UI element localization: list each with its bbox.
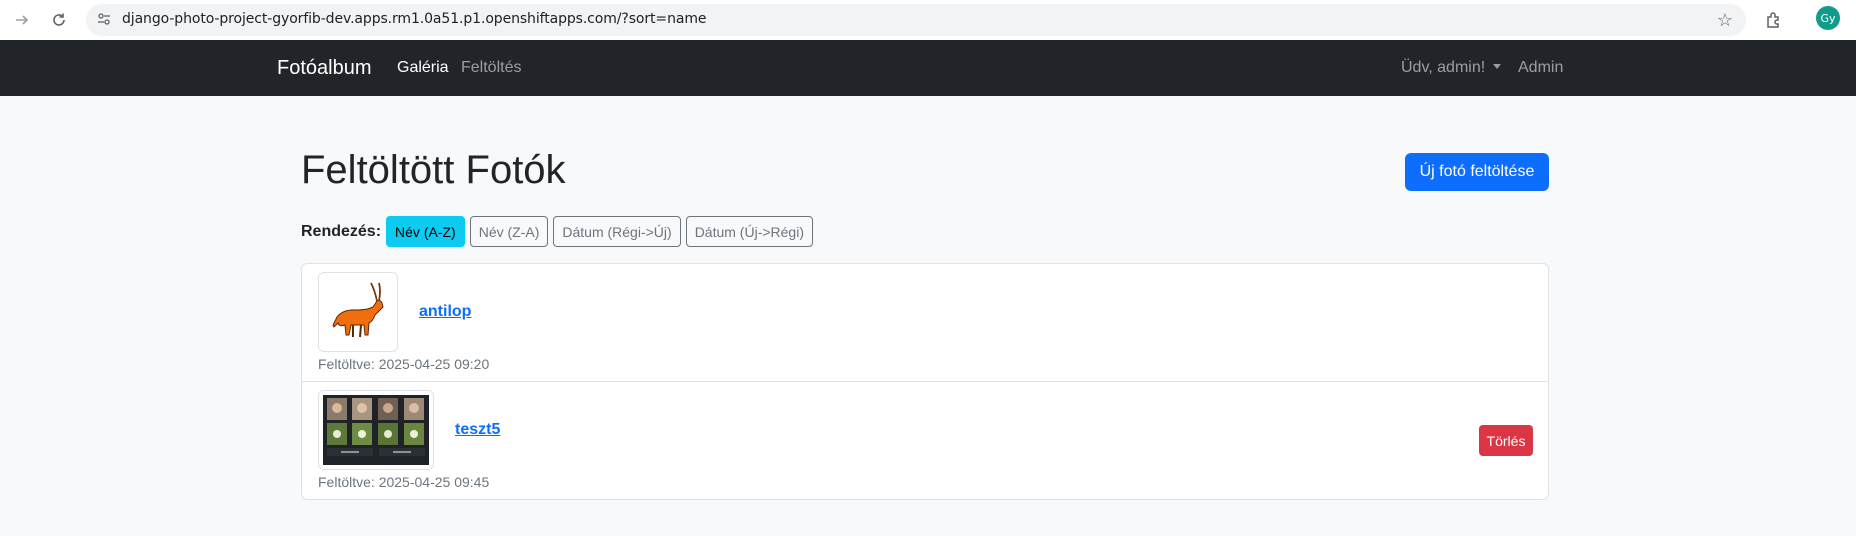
- caret-down-icon: [1493, 64, 1502, 69]
- list-item: teszt5 Törlés Feltöltve: 2025-04-25 09:4…: [302, 382, 1548, 499]
- photo-link[interactable]: teszt5: [455, 421, 500, 439]
- upload-date: Feltöltve: 2025-04-25 09:20: [318, 356, 490, 372]
- delete-button[interactable]: Törlés: [1479, 425, 1533, 456]
- sort-date-asc-button[interactable]: Dátum (Régi->Új): [553, 216, 681, 247]
- browser-toolbar: django-photo-project-gyorfib-dev.apps.rm…: [0, 0, 1856, 40]
- top-navbar: Fotóalbum Galéria Feltöltés Üdv, admin! …: [0, 40, 1856, 96]
- sort-label: Rendezés:: [301, 222, 382, 240]
- extensions-icon[interactable]: [1760, 6, 1788, 34]
- nav-link-gallery[interactable]: Galéria: [397, 58, 449, 78]
- photo-list: antilop Feltöltve: 2025-04-25 09:20 tesz…: [301, 263, 1549, 500]
- sort-date-desc-button[interactable]: Dátum (Új->Régi): [685, 216, 813, 247]
- reload-icon[interactable]: [45, 6, 73, 34]
- sort-name-asc-button[interactable]: Név (A-Z): [386, 216, 465, 247]
- upload-date: Feltöltve: 2025-04-25 09:45: [318, 474, 490, 490]
- nav-link-admin[interactable]: Admin: [1518, 58, 1563, 78]
- list-item: antilop Feltöltve: 2025-04-25 09:20: [302, 264, 1548, 382]
- photo-thumbnail[interactable]: [318, 272, 398, 352]
- photo-link[interactable]: antilop: [419, 303, 471, 321]
- sort-name-desc-button[interactable]: Név (Z-A): [469, 216, 549, 247]
- nav-link-upload[interactable]: Feltöltés: [461, 58, 521, 78]
- profile-avatar[interactable]: Gy: [1816, 6, 1840, 30]
- photo-thumbnail[interactable]: [318, 390, 434, 470]
- site-info-icon[interactable]: [94, 9, 114, 29]
- upload-photo-button[interactable]: Új fotó feltöltése: [1405, 153, 1549, 191]
- user-menu-dropdown[interactable]: Üdv, admin!: [1401, 58, 1502, 78]
- page-title: Feltöltött Fotók: [301, 148, 566, 192]
- url-text[interactable]: django-photo-project-gyorfib-dev.apps.rm…: [122, 9, 706, 29]
- sort-controls: Rendezés: Név (A-Z) Név (Z-A) Dátum (Rég…: [301, 216, 818, 247]
- navbar-brand[interactable]: Fotóalbum: [277, 56, 372, 80]
- bookmark-star-icon[interactable]: ☆: [1711, 6, 1739, 34]
- user-menu-label: Üdv, admin!: [1401, 59, 1486, 76]
- forward-icon[interactable]: [8, 6, 36, 34]
